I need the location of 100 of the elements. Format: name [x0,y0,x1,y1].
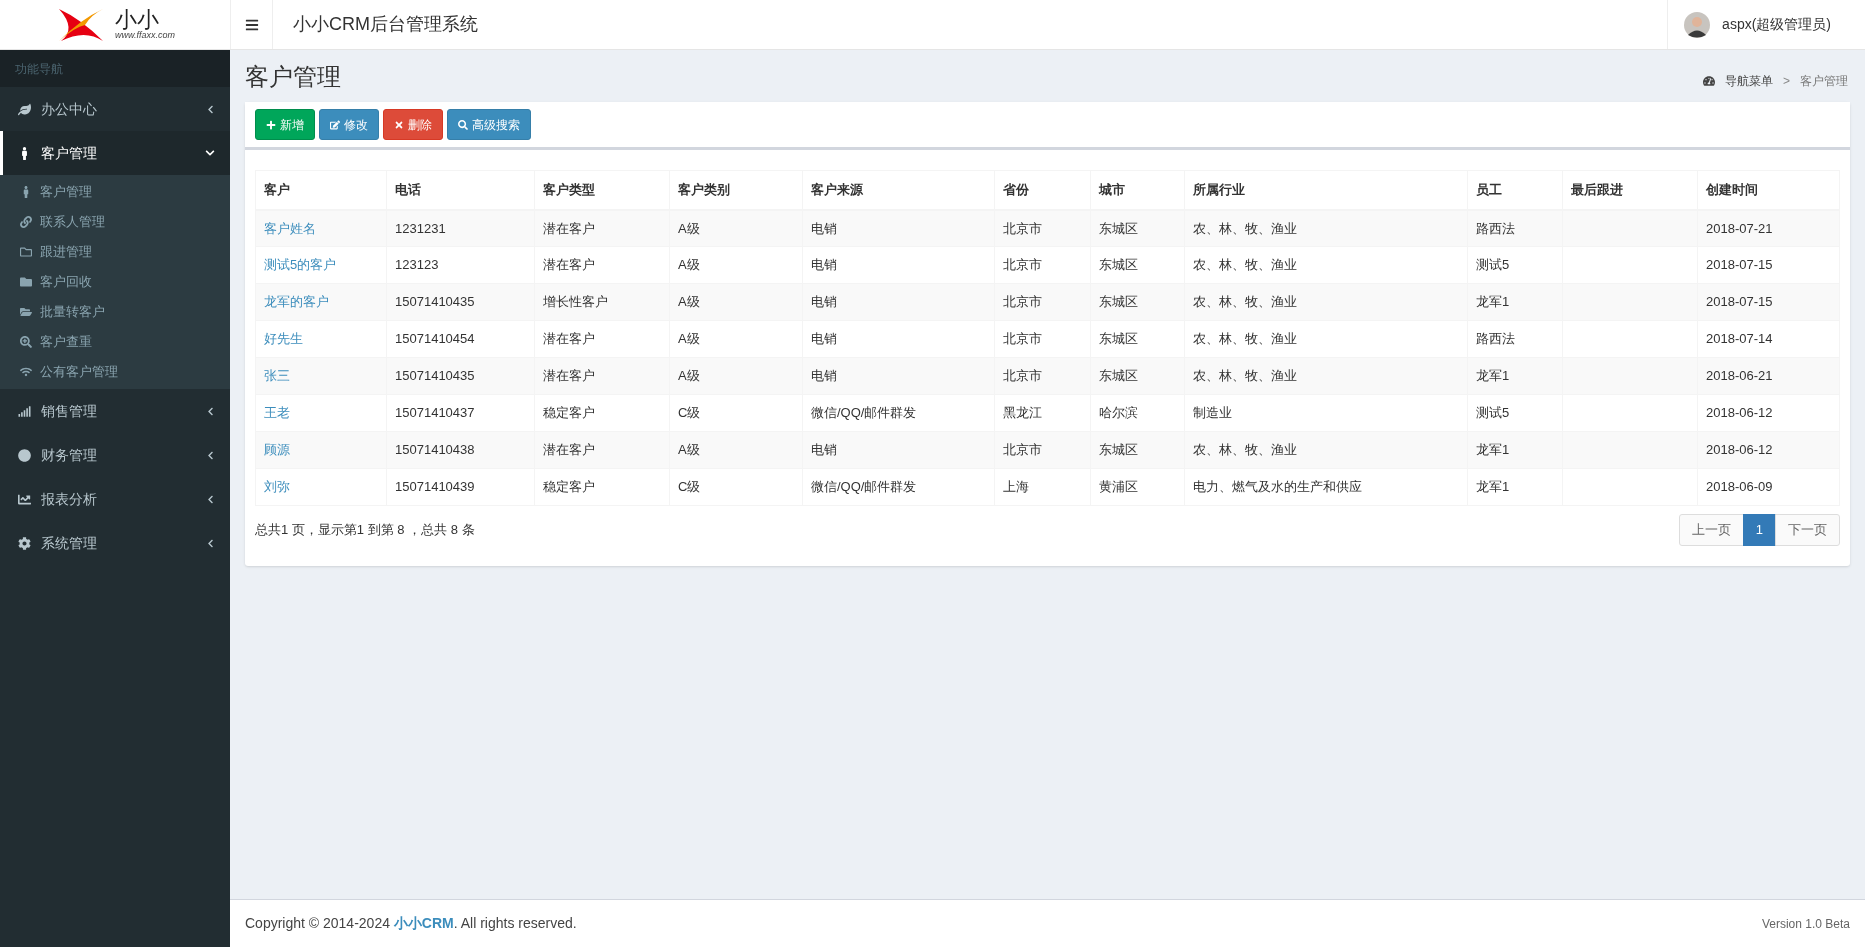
page-title: 客户管理 [245,62,341,92]
table-cell: 龙军1 [1476,368,1510,384]
table-cell: 15071410437 [395,405,475,421]
table-cell: 制造业 [1193,405,1232,421]
table-cell: 农、林、牧、渔业 [1193,442,1297,458]
table-cell: 潜在客户 [543,331,595,347]
table-cell: 东城区 [1099,331,1138,347]
table-cell: 哈尔滨 [1099,405,1138,421]
breadcrumb-link[interactable]: 导航菜单 [1725,72,1773,90]
column-header: 电话 [386,170,535,210]
sidebar-item[interactable]: 客户管理 [0,131,230,175]
table-cell: 农、林、牧、渔业 [1193,368,1297,384]
menu-icon [244,17,259,32]
add-button[interactable]: 新增 [255,109,315,140]
edit-button[interactable]: 修改 [319,109,379,140]
delete-button[interactable]: 删除 [383,109,443,140]
search-button[interactable]: 高级搜索 [447,109,531,140]
leaf-icon [18,102,31,116]
submenu-item[interactable]: 客户回收 [0,267,230,297]
table-cell: 北京市 [1003,294,1042,310]
copyright-text: Copyright © 2014-2024 小小CRM. All rights reserved. [245,914,577,933]
table-cell: 东城区 [1099,442,1138,458]
submenu-item[interactable]: 客户查重 [0,327,230,357]
column-header: 省份 [994,170,1091,210]
table-cell: C级 [678,405,701,421]
table-cell: 2018-07-15 [1706,257,1773,273]
customer-link[interactable]: 刘弥 [264,479,290,495]
table-cell: 电力、燃气及水的生产和供应 [1193,479,1362,495]
column-header: 客户 [255,170,387,210]
signal-bars-icon [18,404,31,418]
table-cell: 农、林、牧、渔业 [1193,257,1297,273]
chevron-left-icon [206,450,215,460]
table-cell: A级 [678,331,700,347]
submenu-item[interactable]: 批量转客户 [0,297,230,327]
sidebar-item[interactable]: 销售管理 [0,389,230,433]
table-cell: 电销 [811,368,837,384]
table-cell: A级 [678,294,700,310]
breadcrumb-current: 客户管理 [1800,73,1848,90]
pagination-button[interactable]: 1 [1742,514,1776,546]
submenu-item[interactable]: 跟进管理 [0,237,230,267]
window-title: 小小CRM后台管理系统 [292,13,478,36]
table-cell: 15071410439 [395,479,475,495]
table-cell: 增长性客户 [543,294,608,310]
pagination-summary: 总共1 页，显示第1 到第 8 ，总共 8 条 [255,521,475,540]
customer-link[interactable]: 好先生 [264,331,303,347]
pagination-button[interactable]: 下一页 [1775,514,1840,546]
sidebar-item[interactable]: 系统管理 [0,521,230,565]
table-cell: 北京市 [1003,368,1042,384]
customer-link[interactable]: 顾源 [264,442,290,458]
table-cell: 黑龙江 [1003,405,1042,421]
table-cell: 123123 [395,257,439,273]
sidebar-item[interactable]: 办公中心 [0,87,230,131]
table-cell: 潜在客户 [543,220,595,236]
table-cell: 农、林、牧、渔业 [1193,331,1297,347]
menu-toggle-button[interactable] [230,0,273,49]
column-header: 客户类型 [534,170,670,210]
table-cell: 北京市 [1003,442,1042,458]
column-header: 员工 [1467,170,1563,210]
user-menu[interactable]: aspx(超级管理员) [1667,0,1847,49]
chevron-left-icon [206,538,215,548]
folder-icon [20,246,32,258]
breadcrumb-separator: > [1783,73,1790,90]
customer-link[interactable]: 客户姓名 [264,220,316,236]
table-cell: 龙军1 [1476,442,1510,458]
table-cell: 2018-07-21 [1706,220,1773,236]
column-header: 城市 [1090,170,1185,210]
sidebar-item[interactable]: 报表分析 [0,477,230,521]
dashboard-icon [1703,75,1715,87]
edit-icon [330,119,340,130]
table-cell: 农、林、牧、渔业 [1193,220,1297,236]
table-cell: 东城区 [1099,257,1138,273]
column-header: 最后跟进 [1562,170,1698,210]
table-cell: 龙军1 [1476,294,1510,310]
table-cell: 测试5 [1476,405,1510,421]
close-icon [394,119,404,130]
sidebar-heading: 功能导航 [0,50,230,87]
column-header: 客户来源 [802,170,995,210]
open-folder-icon [20,306,32,318]
version-text: Version 1.0 Beta [1761,915,1850,933]
table-cell: C级 [678,479,701,495]
table-cell: 北京市 [1003,331,1042,347]
submenu-item[interactable]: 客户管理 [0,177,230,207]
table-cell: 15071410435 [395,294,475,310]
table-cell: 潜在客户 [543,442,595,458]
table-cell: 东城区 [1099,294,1138,310]
table-cell: 15071410438 [395,442,475,458]
pagination-button[interactable]: 上一页 [1678,514,1744,546]
table-cell: A级 [678,220,700,236]
settings-icon [18,536,31,550]
chevron-left-icon [206,494,215,504]
plus-icon [266,119,276,130]
customer-link[interactable]: 张三 [264,368,290,384]
table-cell: 东城区 [1099,220,1138,236]
table-cell: 黄浦区 [1099,479,1138,495]
customer-link[interactable]: 王老 [264,405,290,421]
chevron-left-icon [206,104,215,114]
submenu-item[interactable]: 公有客户管理 [0,357,230,387]
logo-tagline: www.ffaxx.com [115,31,175,40]
sidebar-item[interactable]: 财务管理 [0,433,230,477]
submenu-item[interactable]: 联系人管理 [0,207,230,237]
